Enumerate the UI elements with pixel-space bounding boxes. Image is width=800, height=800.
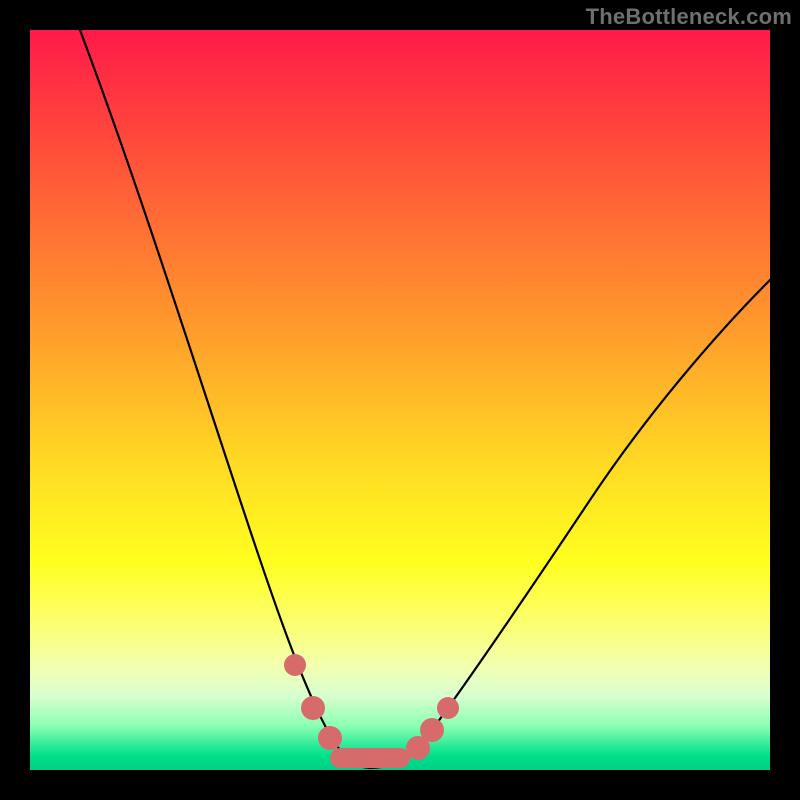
marker-dot [284,654,306,676]
curve-layer [30,30,770,770]
marker-dot [437,697,459,719]
plot-area [30,30,770,770]
marker-group [284,654,459,760]
chart-stage: TheBottleneck.com [0,0,800,800]
bottleneck-curve [80,30,770,768]
marker-dot [318,726,342,750]
marker-dot [301,696,325,720]
watermark-text: TheBottleneck.com [586,4,792,30]
marker-dot [420,718,444,742]
